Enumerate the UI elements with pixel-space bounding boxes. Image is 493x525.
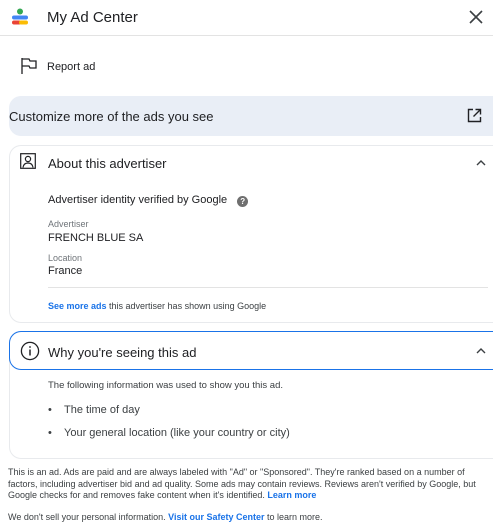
location-value: France (48, 265, 83, 277)
close-icon[interactable] (465, 6, 487, 28)
app-title: My Ad Center (47, 9, 138, 26)
customize-ads-button[interactable]: Customize more of the ads you see (9, 96, 493, 136)
about-advertiser-title: About this advertiser (48, 156, 167, 171)
divider (48, 287, 488, 288)
my-ad-center-logo (12, 8, 28, 25)
about-advertiser-header[interactable]: About this advertiser (10, 146, 493, 180)
verified-identity: Advertiser identity verified by Google? (48, 194, 249, 207)
why-seeing-ad-header[interactable]: Why you're seeing this ad (9, 331, 493, 370)
reason-item: The time of day (48, 404, 140, 416)
location-label: Location (48, 253, 83, 263)
help-icon[interactable]: ? (237, 196, 249, 207)
advertiser-value: FRENCH BLUE SA (48, 232, 144, 244)
report-ad-label: Report ad (47, 61, 96, 73)
chevron-up-icon[interactable] (474, 344, 488, 358)
advertiser-icon (20, 153, 36, 169)
info-icon (20, 341, 40, 361)
ad-disclaimer: This is an ad. Ads are paid and are alwa… (8, 467, 493, 502)
customize-ads-label: Customize more of the ads you see (9, 109, 214, 124)
flag-icon (21, 58, 37, 74)
learn-more-link[interactable]: Learn more (267, 490, 316, 500)
privacy-prefix: We don't sell your personal information. (8, 512, 169, 522)
verified-text: Advertiser identity verified by Google (48, 194, 228, 206)
open-in-new-icon (467, 108, 482, 123)
chevron-up-icon[interactable] (474, 156, 488, 170)
safety-center-link[interactable]: Visit our Safety Center (168, 512, 264, 522)
see-more-ads-link[interactable]: See more ads (48, 301, 107, 311)
header: My Ad Center (0, 0, 493, 36)
see-more-ads-text: this advertiser has shown using Google (106, 301, 267, 311)
report-ad-button[interactable]: Report ad (0, 52, 493, 82)
about-advertiser-card: About this advertiser Advertiser identit… (9, 145, 493, 323)
advertiser-label: Advertiser (48, 219, 89, 229)
privacy-suffix: to learn more. (264, 512, 323, 522)
why-seeing-ad-title: Why you're seeing this ad (48, 345, 197, 360)
why-intro-text: The following information was used to sh… (48, 380, 283, 391)
reason-item: Your general location (like your country… (48, 427, 290, 439)
disclaimer-text: This is an ad. Ads are paid and are alwa… (8, 467, 476, 500)
see-more-ads: See more ads this advertiser has shown u… (48, 301, 266, 311)
why-seeing-ad-card: Why you're seeing this ad The following … (9, 331, 493, 459)
privacy-note: We don't sell your personal information.… (8, 512, 493, 524)
